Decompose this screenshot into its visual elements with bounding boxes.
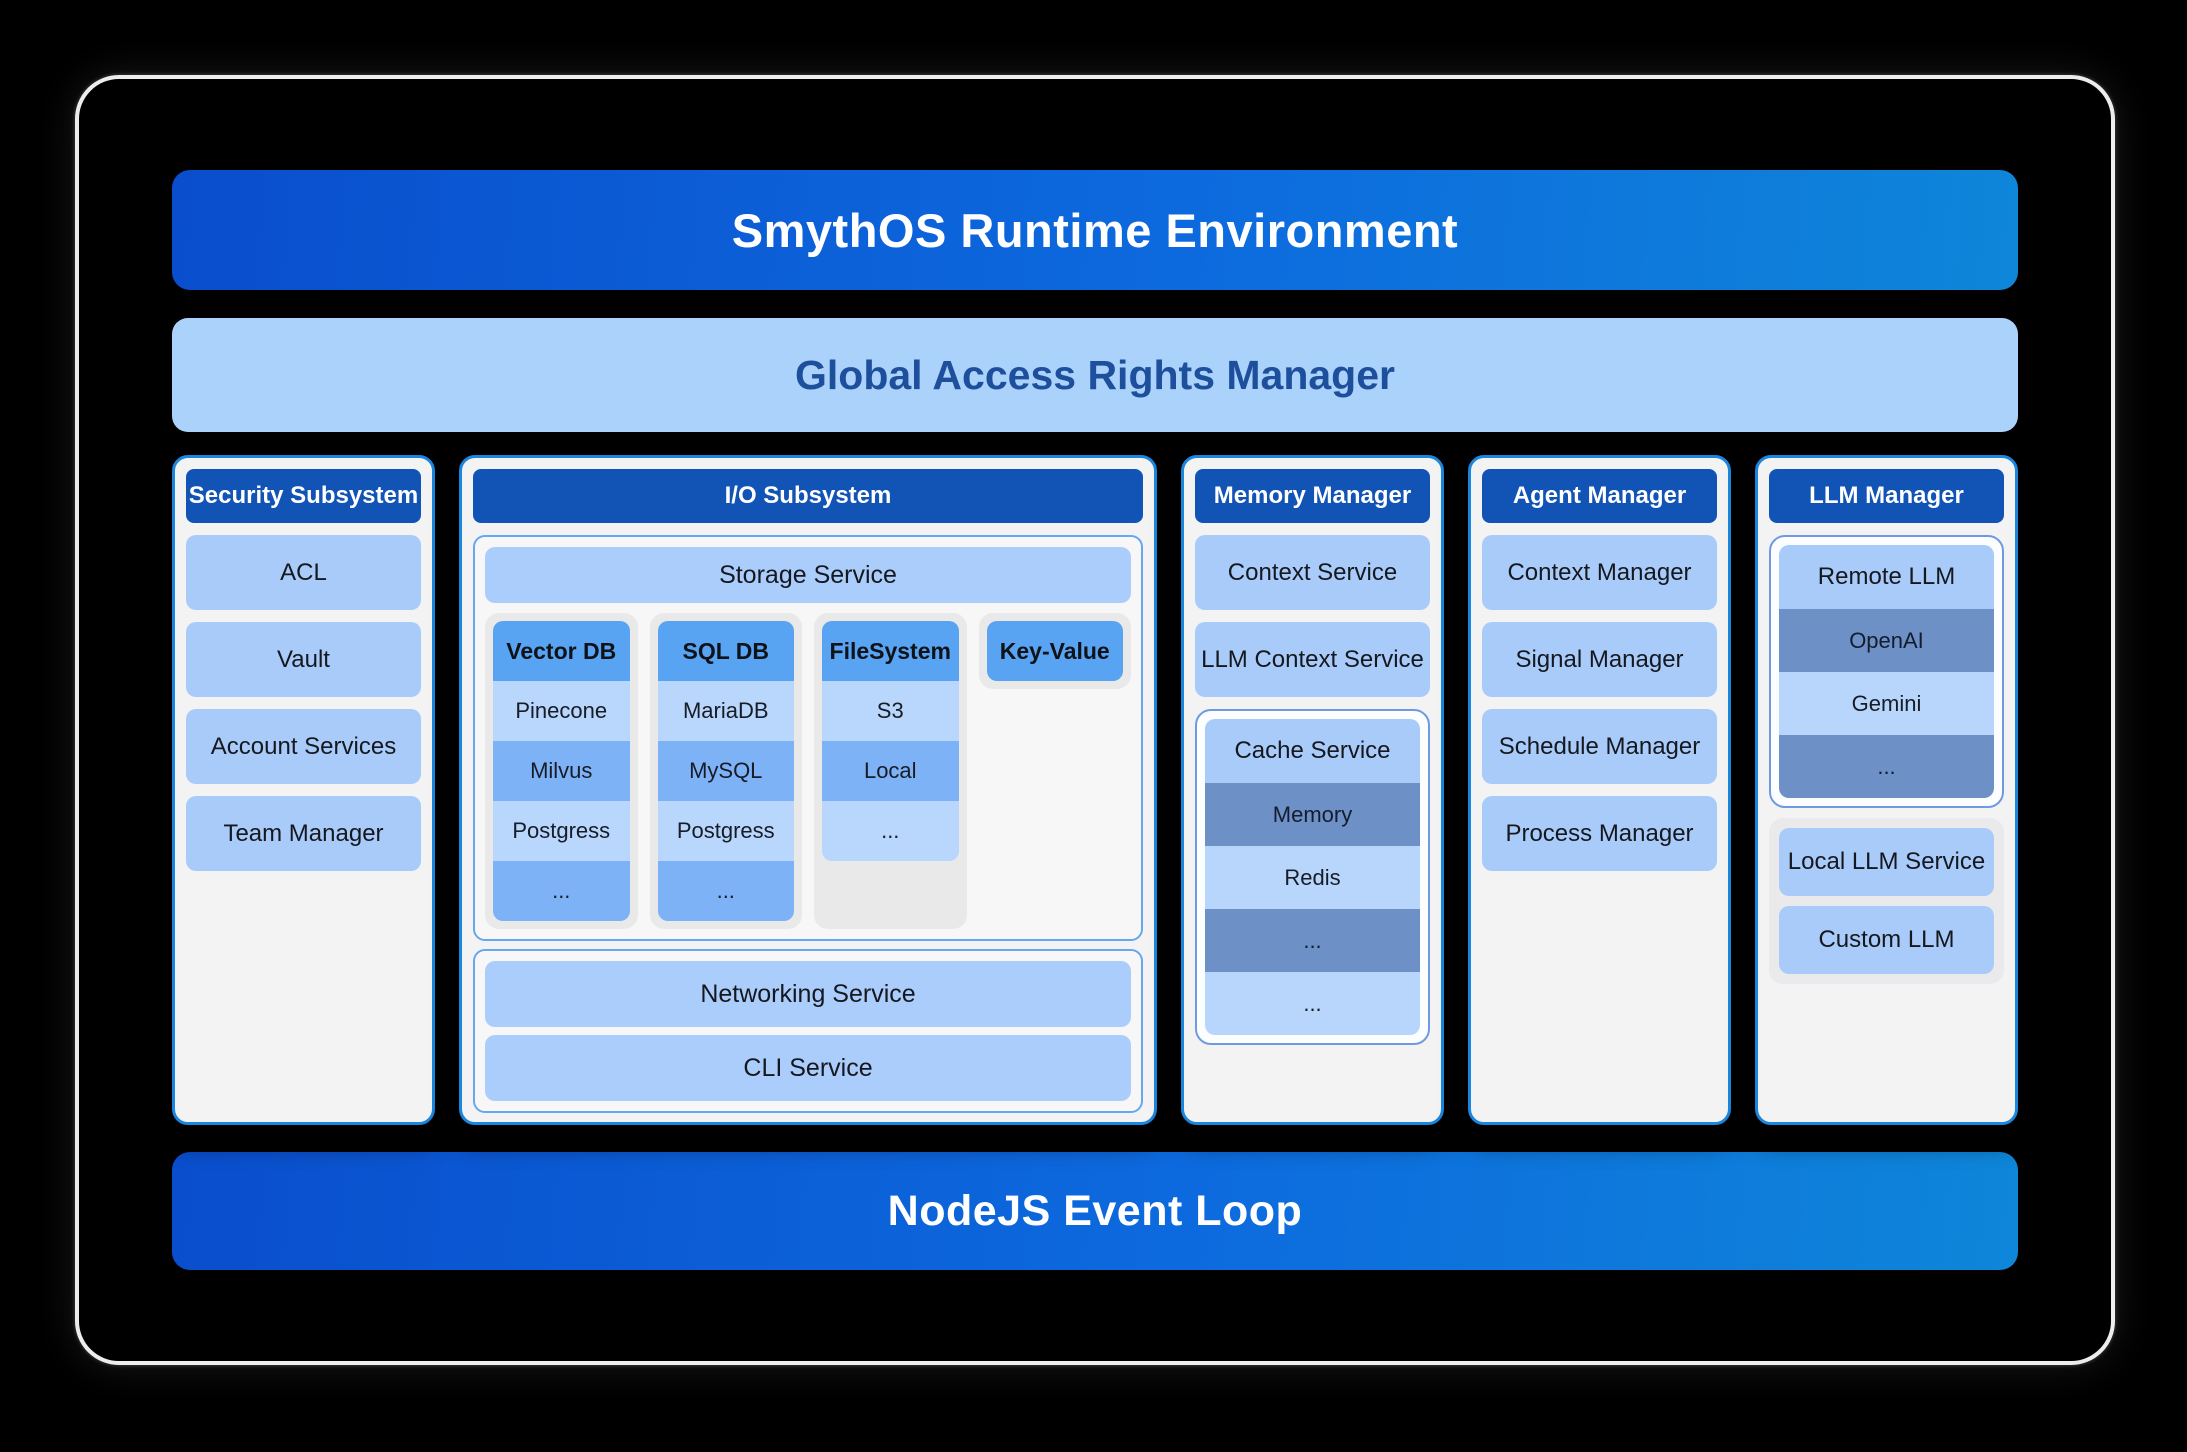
io-column-header: I/O Subsystem <box>473 469 1143 523</box>
nodejs-event-loop-banner: NodeJS Event Loop <box>172 1152 2018 1270</box>
custom-llm-item: Custom LLM <box>1779 906 1994 974</box>
vector-db-stack: Vector DB Pinecone Milvus Postgress ... <box>493 621 630 921</box>
runtime-environment-banner: SmythOS Runtime Environment <box>172 170 2018 290</box>
vector-db-row: Pinecone <box>493 681 630 741</box>
subsystem-columns: Security Subsystem ACL Vault Account Ser… <box>172 455 2018 1125</box>
local-llm-service-item: Local LLM Service <box>1779 828 1994 896</box>
filesystem-row: S3 <box>822 681 959 741</box>
nodejs-event-loop-title: NodeJS Event Loop <box>888 1187 1303 1236</box>
cache-row: Memory <box>1205 783 1420 846</box>
cache-row: ... <box>1205 909 1420 972</box>
remote-llm-row: Gemini <box>1779 672 1994 735</box>
cache-service-stack: Cache Service Memory Redis ... ... <box>1205 719 1420 1035</box>
sql-db-stack: SQL DB MariaDB MySQL Postgress ... <box>658 621 795 921</box>
filesystem-header: FileSystem <box>822 621 959 681</box>
security-subsystem-column: Security Subsystem ACL Vault Account Ser… <box>172 455 435 1125</box>
cache-row: ... <box>1205 972 1420 1035</box>
vector-db-row: Postgress <box>493 801 630 861</box>
memory-column-header: Memory Manager <box>1195 469 1430 523</box>
vector-db-row: ... <box>493 861 630 921</box>
sql-db-header: SQL DB <box>658 621 795 681</box>
agent-item-process-manager: Process Manager <box>1482 796 1717 871</box>
memory-manager-column: Memory Manager Context Service LLM Conte… <box>1181 455 1444 1125</box>
cache-row: Redis <box>1205 846 1420 909</box>
key-value-group: Key-Value <box>979 613 1132 689</box>
cli-service-bar: CLI Service <box>485 1035 1131 1101</box>
runtime-environment-frame: SmythOS Runtime Environment Global Acces… <box>75 75 2115 1365</box>
diagram-canvas: SmythOS Runtime Environment Global Acces… <box>0 0 2187 1452</box>
sql-db-row: Postgress <box>658 801 795 861</box>
security-item-team-manager: Team Manager <box>186 796 421 871</box>
network-services-panel: Networking Service CLI Service <box>473 949 1143 1113</box>
storage-service-bar: Storage Service <box>485 547 1131 603</box>
vector-db-group: Vector DB Pinecone Milvus Postgress ... <box>485 613 638 929</box>
key-value-header: Key-Value <box>987 621 1124 681</box>
memory-item-context-service: Context Service <box>1195 535 1430 610</box>
key-value-stack: Key-Value <box>987 621 1124 681</box>
agent-manager-column: Agent Manager Context Manager Signal Man… <box>1468 455 1731 1125</box>
remote-llm-header: Remote LLM <box>1779 545 1994 609</box>
runtime-environment-title: SmythOS Runtime Environment <box>732 203 1458 258</box>
agent-item-context-manager: Context Manager <box>1482 535 1717 610</box>
sql-db-row: ... <box>658 861 795 921</box>
storage-groups: Vector DB Pinecone Milvus Postgress ... … <box>485 613 1131 929</box>
vector-db-header: Vector DB <box>493 621 630 681</box>
sql-db-row: MariaDB <box>658 681 795 741</box>
sql-db-group: SQL DB MariaDB MySQL Postgress ... <box>650 613 803 929</box>
security-item-acl: ACL <box>186 535 421 610</box>
global-access-rights-title: Global Access Rights Manager <box>795 352 1395 399</box>
filesystem-group: FileSystem S3 Local ... <box>814 613 967 929</box>
io-subsystem-column: I/O Subsystem Storage Service Vector DB … <box>459 455 1157 1125</box>
agent-column-header: Agent Manager <box>1482 469 1717 523</box>
memory-item-llm-context-service: LLM Context Service <box>1195 622 1430 697</box>
llm-manager-column: LLM Manager Remote LLM OpenAI Gemini ...… <box>1755 455 2018 1125</box>
storage-service-panel: Storage Service Vector DB Pinecone Milvu… <box>473 535 1143 941</box>
remote-llm-row: OpenAI <box>1779 609 1994 672</box>
agent-item-schedule-manager: Schedule Manager <box>1482 709 1717 784</box>
agent-item-signal-manager: Signal Manager <box>1482 622 1717 697</box>
local-llm-panel: Local LLM Service Custom LLM <box>1769 818 2004 984</box>
remote-llm-panel: Remote LLM OpenAI Gemini ... <box>1769 535 2004 808</box>
llm-column-header: LLM Manager <box>1769 469 2004 523</box>
cache-service-panel: Cache Service Memory Redis ... ... <box>1195 709 1430 1045</box>
cache-service-header: Cache Service <box>1205 719 1420 783</box>
global-access-rights-banner: Global Access Rights Manager <box>172 318 2018 432</box>
security-column-header: Security Subsystem <box>186 469 421 523</box>
filesystem-stack: FileSystem S3 Local ... <box>822 621 959 861</box>
remote-llm-row: ... <box>1779 735 1994 798</box>
vector-db-row: Milvus <box>493 741 630 801</box>
remote-llm-stack: Remote LLM OpenAI Gemini ... <box>1779 545 1994 798</box>
sql-db-row: MySQL <box>658 741 795 801</box>
filesystem-row: Local <box>822 741 959 801</box>
security-item-vault: Vault <box>186 622 421 697</box>
filesystem-row: ... <box>822 801 959 861</box>
security-item-account-services: Account Services <box>186 709 421 784</box>
networking-service-bar: Networking Service <box>485 961 1131 1027</box>
